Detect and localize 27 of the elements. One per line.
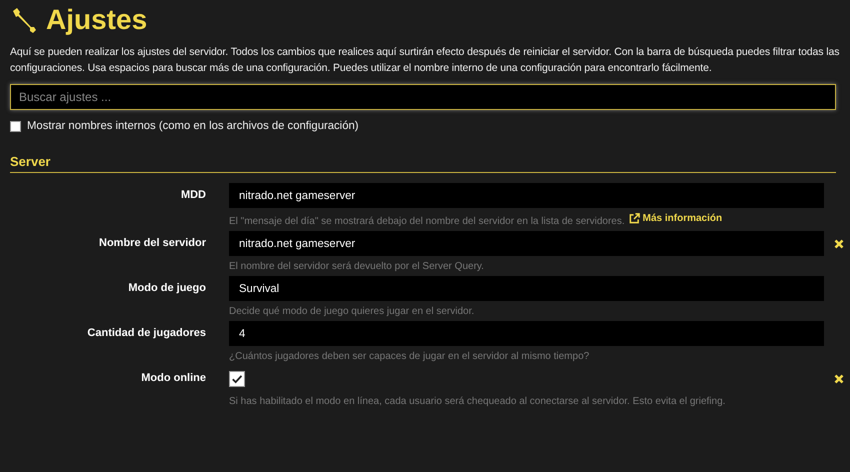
help-text: Si has habilitado el modo en línea, cada usuario será chequeado al conectarse al servidor. Esto evita el griefing. [229,396,726,407]
setting-label: Modo de juego [127,281,206,296]
page-title: Ajustes [46,4,148,36]
help-text: El "mensaje del día" se mostrará debajo del nombre del servidor en la lista de servidores. [229,216,625,227]
setting-field[interactable]: nitrado.net gameserver [229,231,824,256]
setting-field[interactable]: nitrado.net gameserver [229,183,824,208]
search-field[interactable]: Buscar ajustes ... [10,84,836,110]
setting-label: Cantidad de jugadores [86,326,206,341]
checkbox-label: Mostrar nombres internos (como en los archivos de configuración) [27,120,359,132]
reset-icon[interactable] [834,374,844,384]
setting-label: Modo online [140,371,206,386]
setting-field[interactable]: Survival [229,276,824,301]
reset-icon[interactable] [834,239,844,249]
checkbox[interactable] [229,370,245,386]
checkmark-icon [231,372,243,384]
section-title: Server [10,154,836,173]
setting-label: MDD [180,188,206,203]
help-text: ¿Cuántos jugadores deben ser capaces de jugar en el servidor al mismo tiempo? [229,351,590,362]
help-text: El nombre del servidor será devuelto por el Server Query. [229,261,484,272]
setting-label: Nombre del servidor [98,236,206,251]
wrench-icon [10,6,38,34]
checkbox[interactable] [10,120,21,132]
help-text: Decide qué modo de juego quieres jugar en el servidor. [229,306,474,317]
more-info-link[interactable]: Más información [628,213,722,224]
setting-field[interactable]: 4 [229,321,824,346]
intro-text: Aquí se pueden realizar los ajustes del servidor. Todos los cambios que realices aquí surtirán efecto después de reiniciar el servidor. Con la barra de búsqueda puedes filtrar todas las configuraciones. Usa espacios para buscar más de una configuración. Puedes utilizar el nombre interno de una configuración para encontrarlo fácilmente. [10,45,840,76]
external-link-icon [628,213,640,224]
